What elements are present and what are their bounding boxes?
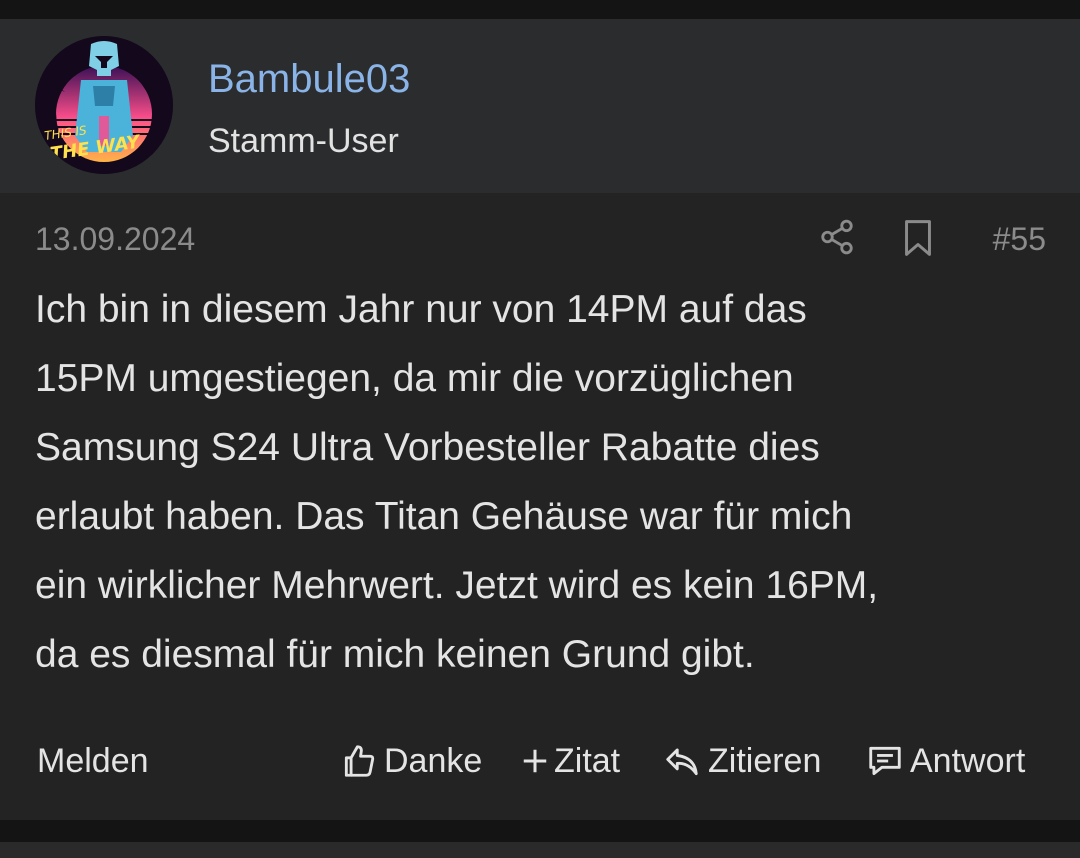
avatar-image: THIS IS THE WAY	[35, 36, 173, 174]
post-actions-bar: Melden Danke Zitat Zitieren Antwort	[0, 737, 1080, 787]
quote-label: Zitieren	[708, 742, 822, 780]
share-icon[interactable]	[818, 218, 856, 256]
quote-button[interactable]: Zitieren	[662, 739, 821, 783]
reply-label: Antwort	[910, 742, 1026, 780]
user-title: Stamm-User	[208, 122, 399, 160]
forum-post: THIS IS THE WAY Bambule03 Stamm-User 13.…	[0, 19, 1080, 820]
post-date[interactable]: 13.09.2024	[35, 219, 195, 259]
thumbs-up-icon	[344, 745, 375, 777]
username-link[interactable]: Bambule03	[208, 55, 410, 103]
post-message-body: Ich bin in diesem Jahr nur von 14PM auf …	[35, 275, 1045, 689]
reply-arrow-icon	[666, 748, 698, 776]
next-post-edge	[0, 842, 1080, 858]
post-text-line: Ich bin in diesem Jahr nur von 14PM auf …	[35, 288, 807, 331]
like-label: Danke	[384, 742, 483, 780]
user-avatar[interactable]: THIS IS THE WAY	[35, 36, 173, 174]
post-text-line: Samsung S24 Ultra Vorbesteller Rabatte d…	[35, 426, 820, 469]
comment-icon	[869, 746, 901, 776]
post-author-bar: THIS IS THE WAY Bambule03 Stamm-User	[0, 19, 1080, 193]
like-button[interactable]: Danke	[340, 739, 482, 783]
add-quote-label: Zitat	[554, 742, 621, 780]
post-text-line: 15PM umgestiegen, da mir die vorzügliche…	[35, 357, 794, 400]
post-text-line: da es diesmal für mich keinen Grund gibt…	[35, 633, 755, 676]
post-text-line: erlaubt haben. Das Titan Gehäuse war für…	[35, 495, 853, 538]
add-quote-button[interactable]: Zitat	[520, 739, 620, 783]
post-text-line: ein wirklicher Mehrwert. Jetzt wird es k…	[35, 564, 879, 607]
plus-icon	[523, 749, 547, 773]
post-number-link[interactable]: #55	[993, 219, 1046, 259]
report-button[interactable]: Melden	[37, 739, 149, 783]
bookmark-icon[interactable]	[900, 218, 936, 258]
reply-button[interactable]: Antwort	[866, 739, 1025, 783]
